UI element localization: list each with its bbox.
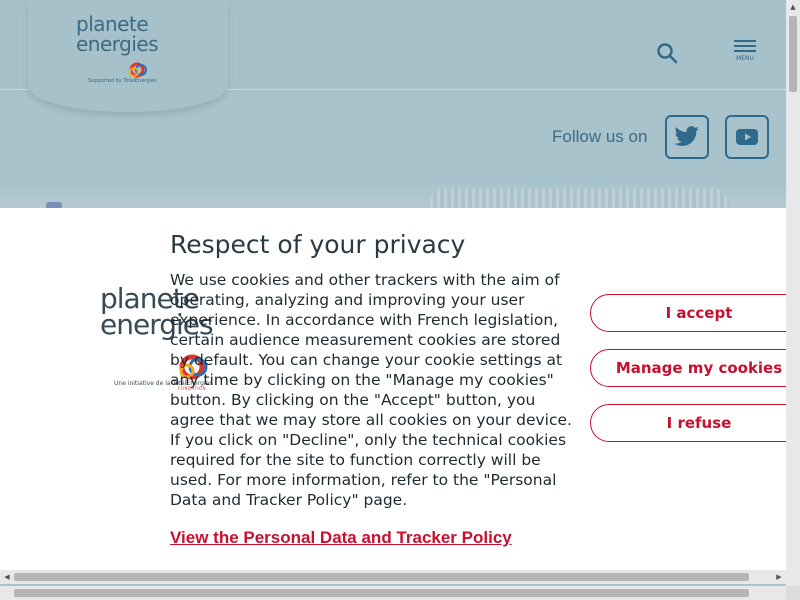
site-logo[interactable]: planete energies (76, 14, 186, 54)
cookie-consent-banner: planete energies Une initiative de la To… (0, 208, 800, 570)
site-header: planete energies Supported by TotalEnerg… (0, 0, 786, 112)
scroll-up-icon[interactable]: ▲ (786, 0, 800, 14)
scroll-left-icon[interactable]: ◀ (0, 570, 14, 584)
logo-line2: energies (76, 32, 159, 56)
accept-cookies-button[interactable]: I accept (590, 294, 800, 332)
search-icon (657, 43, 678, 64)
youtube-icon (736, 129, 758, 145)
hamburger-icon-bar (734, 50, 756, 52)
scrollbar-thumb[interactable] (14, 573, 749, 581)
menu-button[interactable]: MENU (732, 40, 758, 66)
page-vertical-scrollbar[interactable]: ▲ (786, 0, 800, 586)
scrollbar-thumb[interactable] (14, 589, 749, 597)
hero-illustration (430, 188, 730, 208)
supported-by-label: Supported by TotalEnergies (88, 78, 157, 84)
search-button[interactable] (656, 42, 678, 64)
privacy-policy-link[interactable]: View the Personal Data and Tracker Polic… (170, 528, 512, 548)
twitter-button[interactable] (665, 115, 709, 159)
totalenergies-logo-icon (129, 62, 147, 78)
page-horizontal-scrollbar[interactable] (0, 586, 786, 600)
logo-line1: planete (76, 12, 149, 36)
follow-us-label: Follow us on (552, 127, 648, 146)
scrollbar-corner (786, 586, 800, 600)
twitter-icon (674, 126, 699, 146)
logo-tab[interactable]: planete energies Supported by TotalEnerg… (28, 0, 228, 112)
privacy-title: Respect of your privacy (170, 230, 466, 259)
youtube-button[interactable] (725, 115, 769, 159)
hamburger-icon-bar (734, 45, 756, 47)
banner-horizontal-scrollbar[interactable]: ◀ ▶ (0, 570, 786, 584)
refuse-cookies-button[interactable]: I refuse (590, 404, 800, 442)
privacy-body-text: We use cookies and other trackers with t… (170, 271, 572, 509)
menu-label: MENU (736, 55, 754, 62)
manage-cookies-button[interactable]: Manage my cookies (590, 349, 800, 387)
scrollbar-thumb[interactable] (789, 16, 797, 92)
hamburger-icon (734, 40, 756, 42)
scroll-right-icon[interactable]: ▶ (772, 570, 786, 584)
